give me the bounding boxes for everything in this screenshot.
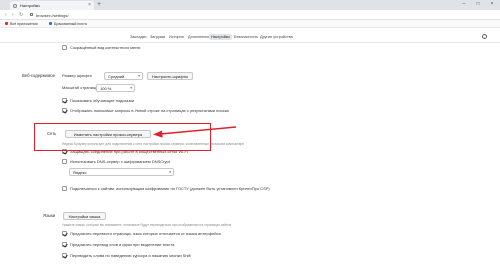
language-settings-button[interactable]: Настройки языка: [63, 211, 106, 220]
translate-hover-label: Переводить слова по наведению курсора и …: [70, 253, 191, 258]
tab-extensions[interactable]: Дополнения: [186, 34, 212, 40]
languages-section-label: Языки: [43, 213, 56, 218]
chevron-down-icon: ▾: [169, 170, 171, 174]
address-bar: [0, 10, 500, 20]
url-field[interactable]: browser://settings/: [36, 12, 68, 19]
translate-pages-checkbox[interactable]: [62, 231, 67, 236]
page-zoom-label: Масштаб страницы: [62, 85, 99, 90]
bookmarks-bar: Всё приложения Бракованный почта: [0, 20, 500, 28]
compact-context-menu-checkbox[interactable]: [62, 45, 67, 50]
settings-nav: Закладки Загрузки История Дополнения Нас…: [0, 30, 500, 43]
new-tab-button[interactable]: +: [97, 0, 101, 10]
page-zoom-select[interactable]: 100 % ▾: [96, 83, 135, 92]
tab-bookmarks[interactable]: Закладки: [128, 34, 148, 40]
font-size-select[interactable]: Средний ▾: [104, 71, 143, 80]
gost-connect-checkbox[interactable]: [62, 186, 67, 191]
font-size-label: Размер шрифта: [62, 73, 92, 78]
tab-downloads[interactable]: Загрузки: [148, 34, 167, 40]
settings-tab-icon: [13, 3, 17, 8]
title-bar: Настройки × + – □ ×: [0, 0, 500, 10]
maximize-button[interactable]: □: [472, 0, 484, 9]
minimize-button[interactable]: –: [458, 0, 470, 9]
annotation-highlight-box: [34, 123, 211, 151]
translate-pages-label: Предлагать перевести страницы, язык кото…: [70, 231, 221, 236]
forward-button[interactable]: ›: [12, 10, 14, 20]
show-hints-checkbox[interactable]: [62, 98, 67, 103]
gmail-icon: [5, 22, 8, 26]
translate-selection-checkbox[interactable]: [62, 242, 67, 247]
gost-connect-label: Подключаться к сайтам, использующим шифр…: [70, 186, 270, 191]
chevron-down-icon: ▾: [138, 73, 140, 78]
tab-close-icon[interactable]: ×: [88, 1, 91, 10]
bookmark-icon: [49, 22, 52, 26]
show-search-queries-label: Отображать поисковые запросы в Умной стр…: [70, 108, 229, 113]
web-content-section-label: Веб-содержимое: [22, 73, 56, 78]
back-button[interactable]: ‹: [5, 10, 7, 20]
dns-over-https-label: Использовать DNS-сервер с шифрованием DN…: [70, 159, 170, 164]
site-info-icon[interactable]: [30, 13, 33, 16]
translate-selection-label: Предлагать перевод слов и фраз при выдел…: [70, 242, 175, 247]
show-search-queries-checkbox[interactable]: [62, 108, 67, 113]
tab-history[interactable]: История: [167, 34, 186, 40]
tab-other-devices[interactable]: Другие устройства: [258, 34, 295, 40]
customize-fonts-button[interactable]: Настроить шрифты: [147, 71, 193, 80]
compact-context-menu-label: Сокращённый вид контекстного меню: [70, 45, 141, 50]
tab-settings-page[interactable]: Настройки: [209, 34, 232, 40]
chevron-down-icon: ▾: [130, 85, 132, 90]
languages-note: Укажите языки, которые вы понимаете; ост…: [62, 223, 232, 227]
bookmark-item[interactable]: Бракованный почта: [49, 22, 87, 27]
bookmark-item[interactable]: Всё приложения: [5, 22, 38, 27]
dns-provider-select[interactable]: Яндекс ▾: [69, 168, 174, 176]
reload-button[interactable]: ↻: [19, 10, 23, 20]
close-window-button[interactable]: ×: [486, 0, 498, 9]
tab-title: Настройки: [20, 3, 40, 8]
translate-hover-checkbox[interactable]: [62, 253, 67, 258]
show-hints-label: Показывать обучающие подсказки: [70, 98, 135, 103]
tab-settings[interactable]: Настройки ×: [10, 1, 94, 10]
dns-over-https-checkbox[interactable]: [62, 159, 67, 164]
tab-security[interactable]: Безопасность: [232, 34, 260, 40]
search-icon[interactable]: [482, 34, 487, 39]
